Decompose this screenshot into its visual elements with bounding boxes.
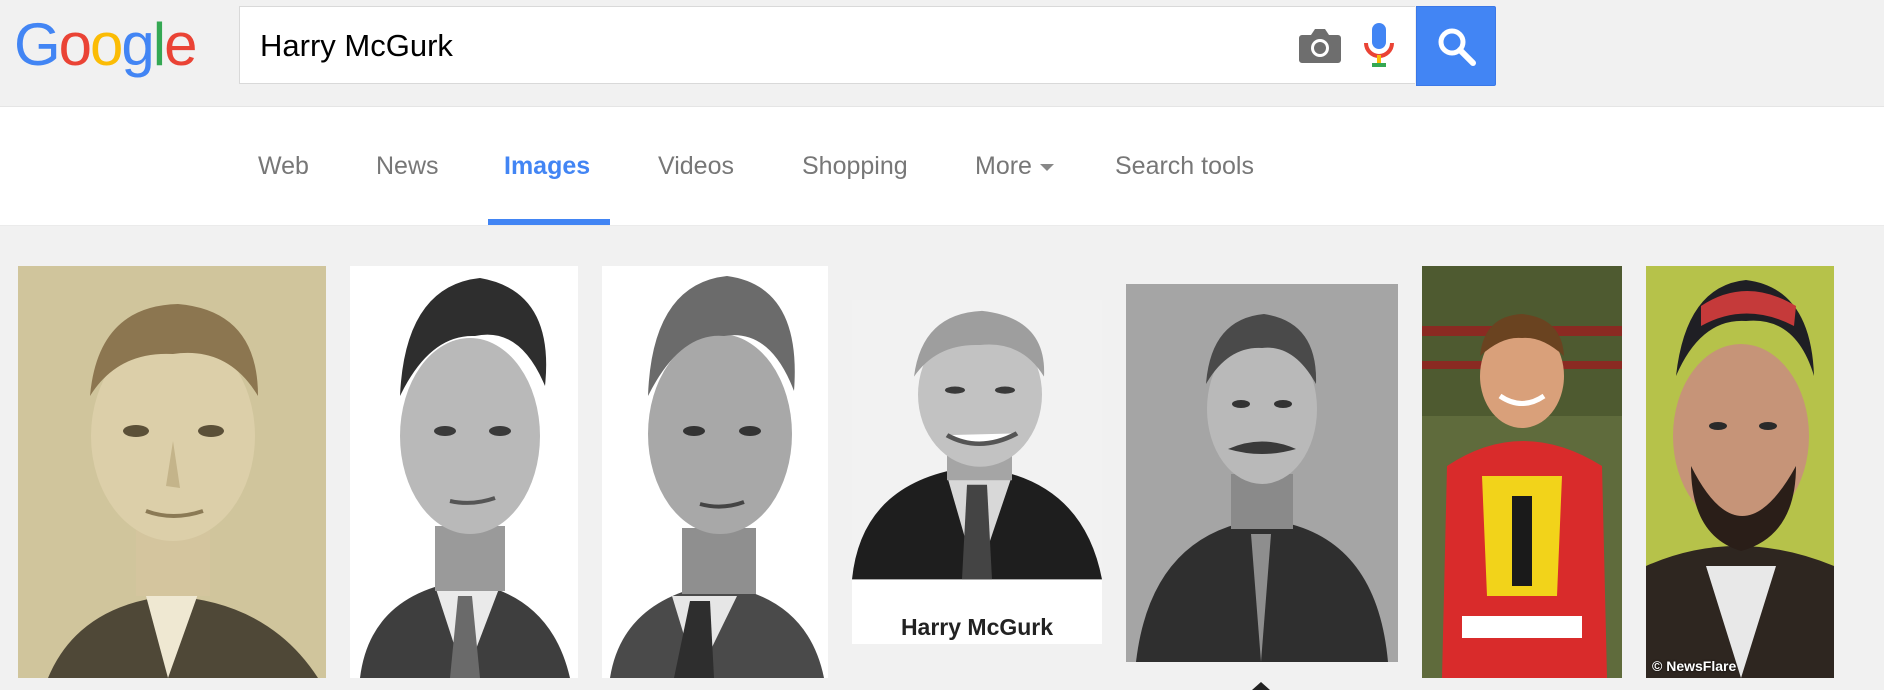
portrait-photo <box>1126 284 1398 662</box>
tab-search-tools[interactable]: Search tools <box>1115 107 1254 225</box>
logo-letter: G <box>14 11 61 78</box>
logo-letter: e <box>164 11 197 78</box>
tab-news[interactable]: News <box>376 107 439 225</box>
portrait-photo <box>602 266 828 678</box>
tab-shopping[interactable]: Shopping <box>802 107 908 225</box>
portrait-photo <box>350 266 578 678</box>
camera-icon[interactable] <box>1298 25 1342 65</box>
logo-letter: o <box>58 11 92 78</box>
selection-pointer-icon <box>1252 682 1270 690</box>
tab-videos[interactable]: Videos <box>658 107 734 225</box>
portrait-photo <box>18 266 326 678</box>
logo-letter: o <box>90 11 123 78</box>
result-image-7[interactable]: © NewsFlare <box>1646 266 1834 678</box>
photo <box>1422 266 1622 678</box>
portrait-photo <box>852 300 1102 580</box>
logo-letter: g <box>121 11 154 78</box>
active-tab-indicator <box>488 219 610 225</box>
search-icon <box>1438 28 1476 66</box>
tab-more-label: More <box>975 152 1032 180</box>
result-image-3[interactable] <box>602 266 828 678</box>
search-tabs: Web News Images Videos Shopping More Sea… <box>0 107 1884 226</box>
header: Google <box>0 0 1884 107</box>
tab-images[interactable]: Images <box>504 107 590 225</box>
search-box <box>239 6 1415 85</box>
chevron-down-icon <box>1039 163 1054 171</box>
result-image-5[interactable] <box>1126 284 1398 662</box>
microphone-icon[interactable] <box>1362 21 1396 71</box>
result-image-2[interactable] <box>350 266 578 678</box>
result-image-1[interactable] <box>18 266 326 678</box>
logo-letter: l <box>152 11 166 78</box>
result-image-4[interactable]: Harry McGurk <box>852 300 1102 644</box>
search-button[interactable] <box>1416 6 1496 86</box>
tab-more[interactable]: More <box>975 107 1054 225</box>
google-logo[interactable]: Google <box>14 10 198 80</box>
image-watermark: © NewsFlare <box>1652 658 1737 674</box>
image-caption: Harry McGurk <box>852 610 1102 644</box>
photo <box>1646 266 1834 678</box>
result-image-6[interactable] <box>1422 266 1622 678</box>
tab-web[interactable]: Web <box>258 107 309 225</box>
search-input[interactable] <box>258 7 1262 85</box>
